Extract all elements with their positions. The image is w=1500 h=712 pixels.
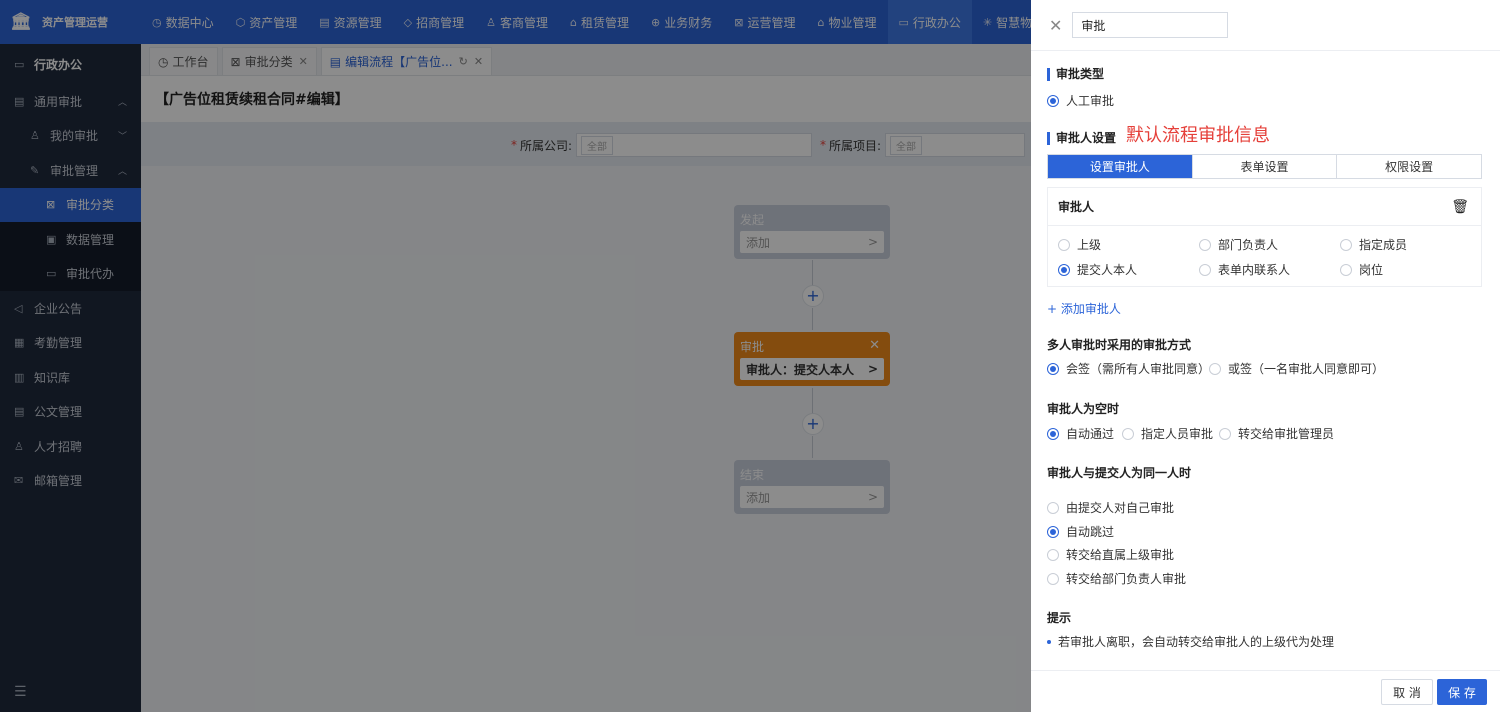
radio-dot	[1340, 238, 1352, 251]
radio-dot	[1199, 238, 1211, 251]
approver-settings-title: 审批人设置	[1047, 132, 1116, 145]
approver-option-dept-head[interactable]: 部门负责人	[1199, 236, 1278, 253]
manual-approval-radio[interactable]: 人工审批	[1047, 92, 1114, 109]
drawer-footer: 取 消 保 存	[1031, 670, 1500, 712]
auto-skip-radio[interactable]: 自动跳过	[1047, 523, 1114, 540]
close-icon[interactable]: ✕	[1049, 16, 1062, 35]
multi-approval-title: 多人审批时采用的审批方式	[1047, 338, 1192, 352]
transfer-superior-radio[interactable]: 转交给直属上级审批	[1047, 546, 1174, 563]
tab-set-approver[interactable]: 设置审批人	[1048, 155, 1192, 178]
approver-option-form-contact[interactable]: 表单内联系人	[1199, 261, 1290, 278]
approver-option-self[interactable]: 提交人本人	[1058, 261, 1137, 278]
settings-tabs: 设置审批人 表单设置 权限设置	[1047, 154, 1482, 179]
radio-dot	[1047, 548, 1059, 561]
assign-person-radio[interactable]: 指定人员审批	[1122, 425, 1213, 442]
radio-label: 由提交人对自己审批	[1066, 501, 1175, 515]
radio-label: 表单内联系人	[1218, 263, 1291, 277]
radio-dot	[1199, 263, 1211, 276]
tip-title: 提示	[1047, 611, 1072, 625]
radio-label: 会签（需所有人审批同意）	[1066, 362, 1211, 376]
radio-label: 指定人员审批	[1141, 427, 1214, 441]
approver-card-header: 审批人 🗑	[1048, 188, 1481, 226]
radio-label: 自动通过	[1066, 427, 1115, 441]
radio-label: 自动跳过	[1066, 525, 1115, 539]
radio-label: 或签（一名审批人同意即可）	[1228, 362, 1385, 376]
add-approver-link[interactable]: + 添加审批人	[1047, 300, 1121, 317]
radio-label: 岗位	[1359, 263, 1384, 277]
radio-dot	[1047, 572, 1059, 585]
save-button[interactable]: 保 存	[1437, 679, 1487, 705]
modal-overlay[interactable]	[0, 0, 1031, 712]
radio-dot	[1209, 362, 1221, 375]
bullet-icon	[1047, 639, 1051, 644]
tip-text: 若审批人离职，会自动转交给审批人的上级代为处理	[1047, 633, 1334, 650]
radio-label: 上级	[1077, 238, 1102, 252]
radio-label: 指定成员	[1359, 238, 1408, 252]
node-name-input[interactable]: 审批	[1072, 12, 1229, 38]
same-person-title: 审批人与提交人为同一人时	[1047, 466, 1192, 480]
radio-label: 转交给直属上级审批	[1066, 548, 1175, 562]
radio-dot	[1047, 525, 1059, 538]
radio-dot	[1058, 238, 1070, 251]
radio-dot	[1219, 427, 1231, 440]
auto-pass-radio[interactable]: 自动通过	[1047, 425, 1114, 442]
cancel-button[interactable]: 取 消	[1381, 679, 1433, 705]
radio-label: 部门负责人	[1218, 238, 1279, 252]
radio-label: 提交人本人	[1077, 263, 1138, 277]
default-flow-note: 默认流程审批信息	[1126, 125, 1270, 146]
transfer-admin-radio[interactable]: 转交给审批管理员	[1219, 425, 1334, 442]
trash-icon[interactable]: 🗑	[1451, 199, 1469, 215]
radio-label: 转交给审批管理员	[1238, 427, 1335, 441]
radio-dot	[1047, 427, 1059, 440]
transfer-dept-head-radio[interactable]: 转交给部门负责人审批	[1047, 570, 1186, 587]
approver-option-superior[interactable]: 上级	[1058, 236, 1101, 253]
radio-dot	[1058, 263, 1070, 276]
approver-card-title: 审批人	[1058, 200, 1095, 214]
radio-dot	[1047, 501, 1059, 514]
tab-form-settings[interactable]: 表单设置	[1191, 155, 1337, 178]
radio-dot	[1047, 94, 1059, 107]
approver-option-member[interactable]: 指定成员	[1340, 236, 1407, 253]
tab-permission-settings[interactable]: 权限设置	[1336, 155, 1481, 178]
empty-approver-title: 审批人为空时	[1047, 402, 1120, 416]
drawer-header: ✕ 审批	[1031, 0, 1500, 51]
self-approve-radio[interactable]: 由提交人对自己审批	[1047, 499, 1174, 516]
radio-label: 人工审批	[1066, 94, 1115, 108]
tip-text-content: 若审批人离职，会自动转交给审批人的上级代为处理	[1058, 635, 1335, 649]
or-sign-radio[interactable]: 或签（一名审批人同意即可）	[1209, 360, 1384, 377]
approver-option-position[interactable]: 岗位	[1340, 261, 1383, 278]
radio-dot	[1122, 427, 1134, 440]
radio-dot	[1047, 362, 1059, 375]
radio-dot	[1340, 263, 1352, 276]
radio-label: 转交给部门负责人审批	[1066, 572, 1187, 586]
countersign-radio[interactable]: 会签（需所有人审批同意）	[1047, 360, 1210, 377]
approval-settings-drawer: ✕ 审批 审批类型 人工审批 审批人设置 默认流程审批信息 设置审批人 表单设置…	[1031, 0, 1500, 712]
approver-card: 审批人 🗑 上级 部门负责人 指定成员 提交人本人 表单内联系人 岗位	[1047, 187, 1482, 287]
approval-type-title: 审批类型	[1047, 68, 1104, 81]
